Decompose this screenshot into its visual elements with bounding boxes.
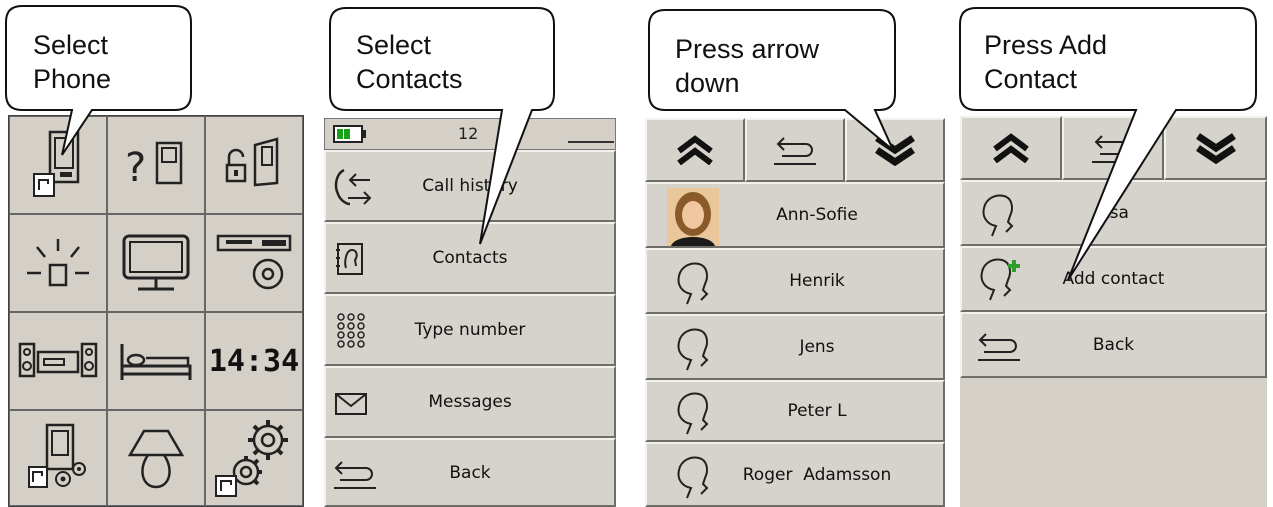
- settings-tile[interactable]: [205, 410, 303, 506]
- panel-contact-options: Åsa Add contact Back Press Add Contact: [959, 0, 1273, 507]
- light-tile[interactable]: [9, 214, 107, 312]
- menu-label: Messages: [428, 392, 512, 412]
- callout-text: Press Add Contact: [984, 30, 1108, 94]
- callout-press-arrow-down: Press arrow down: [645, 0, 945, 200]
- lamp-icon: [127, 429, 185, 489]
- callout-text: Press arrow down: [675, 34, 820, 98]
- callout-select-contacts: Select Contacts: [320, 0, 620, 260]
- media-player-tile[interactable]: [205, 214, 303, 312]
- panel-contact-list: Ann-Sofie Henrik Jens Peter L Roger Adam…: [645, 0, 945, 507]
- panel-phone-menu: 12 Call history Contacts Type number Mes…: [320, 0, 620, 507]
- person-head-icon: [677, 392, 709, 435]
- person-head-icon: [677, 262, 709, 305]
- callout-select-phone: Select Phone: [0, 0, 300, 200]
- menu-type-number[interactable]: Type number: [324, 294, 616, 366]
- menu-messages[interactable]: Messages: [324, 366, 616, 438]
- options-back-button[interactable]: Back: [960, 312, 1267, 378]
- speakers-icon: [18, 342, 98, 378]
- tv-tile[interactable]: [107, 214, 205, 312]
- menu-label: Type number: [414, 320, 526, 340]
- bed-tile[interactable]: [107, 312, 205, 410]
- back-arrow-icon: [334, 461, 376, 489]
- callout-text: Select Contacts: [356, 30, 463, 94]
- media-player-icon: [216, 234, 292, 290]
- menu-back[interactable]: Back: [324, 438, 616, 507]
- bed-icon: [120, 344, 192, 380]
- speakers-tile[interactable]: [9, 312, 107, 410]
- tv-icon: [122, 234, 190, 291]
- contact-row[interactable]: Peter L: [645, 380, 945, 442]
- panel-home-menu: ? 14:34 Select Phone: [0, 0, 305, 507]
- light-icon: [27, 239, 89, 287]
- clock-tile[interactable]: 14:34: [205, 312, 303, 410]
- person-head-icon: [677, 456, 709, 499]
- contact-row[interactable]: Roger Adamsson: [645, 442, 945, 507]
- callout-text: Select Phone: [33, 30, 112, 94]
- lamp-tile[interactable]: [107, 410, 205, 506]
- phone-settings-icon: [28, 423, 86, 488]
- callout-press-add-contact: Press Add Contact: [959, 0, 1273, 300]
- keypad-icon: [337, 313, 365, 348]
- phone-settings-tile[interactable]: [9, 410, 107, 506]
- contact-row[interactable]: Jens: [645, 314, 945, 380]
- clock-display: 14:34: [208, 343, 300, 379]
- envelope-icon: [335, 393, 367, 415]
- person-head-icon: [677, 328, 709, 371]
- settings-icon: [215, 420, 288, 497]
- contact-row[interactable]: Henrik: [645, 248, 945, 314]
- back-arrow-icon: [978, 333, 1020, 361]
